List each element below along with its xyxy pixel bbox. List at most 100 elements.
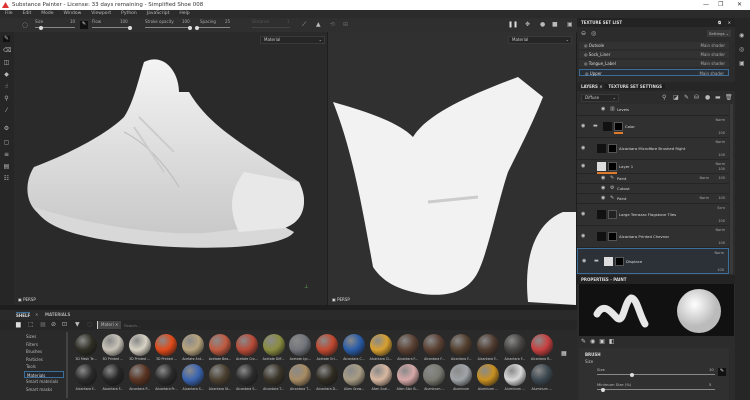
material-thumbnail[interactable]: 3D Printed ... xyxy=(153,334,179,361)
smudge-icon[interactable]: ☝ xyxy=(3,84,10,90)
filter-tag[interactable]: Materi ✕ xyxy=(97,321,122,329)
close-button[interactable]: ✕ xyxy=(737,0,742,10)
spacing-slider[interactable] xyxy=(194,25,230,30)
viewport-2d[interactable]: Material ⌄ ▣ PERSP xyxy=(328,32,576,305)
properties-tabs[interactable]: ✎◉▣◧ xyxy=(581,338,619,345)
layer-row[interactable]: ◉ ▥ Levels xyxy=(577,104,729,116)
layer-row[interactable]: ◉ ▬ Color Norm 100 xyxy=(577,116,729,138)
material-thumbnail[interactable]: Alcantara D... xyxy=(314,364,340,391)
new-folder-icon[interactable]: ⬚ xyxy=(28,321,34,328)
camera-icon[interactable]: ■ xyxy=(552,21,558,28)
layer-opacity[interactable]: 100 xyxy=(718,167,725,171)
category-scrollbar[interactable] xyxy=(66,332,68,398)
texture-set-item[interactable]: ◎ Tongue_Label Main shader xyxy=(579,60,729,67)
material-thumbnail[interactable]: Acetate Diff... xyxy=(261,334,287,361)
material-thumbnail[interactable]: Aluminum ... xyxy=(529,364,555,391)
material-thumbnail[interactable]: 3D Printed ... xyxy=(100,334,126,361)
channel-dropdown[interactable]: Diffuse ⌄ xyxy=(581,94,619,102)
grid-icon[interactable]: ⊞ xyxy=(343,21,348,28)
blend-mode-dropdown[interactable]: Norm xyxy=(715,162,725,166)
stroke-opacity-slider-knob[interactable] xyxy=(188,25,192,30)
brush-size-knob[interactable] xyxy=(630,372,635,377)
float-icon[interactable]: ⧉ xyxy=(718,18,721,27)
layer-opacity[interactable]: 100 xyxy=(718,176,725,180)
material-thumbnail[interactable]: Alien Skin B... xyxy=(395,364,421,391)
material-thumbnail[interactable]: 3D Printed ... xyxy=(127,334,153,361)
material-thumbnail[interactable]: Alcantara F... xyxy=(502,334,528,361)
menu-viewport[interactable]: Viewport xyxy=(91,10,111,18)
visibility-eye-icon[interactable]: ◉ xyxy=(581,123,585,129)
eraser-icon[interactable]: ⌫ xyxy=(3,48,11,54)
material-thumbnail[interactable]: Alcantara St... xyxy=(207,364,233,391)
folder-icon[interactable]: ▆ xyxy=(16,321,21,328)
material-thumbnail[interactable]: Acetate Lyc... xyxy=(287,334,313,361)
delete-layer-icon[interactable]: 🗑 xyxy=(725,94,733,101)
material-thumbnail[interactable]: Acetate Ori... xyxy=(314,334,340,361)
texture-set-list-icon[interactable]: ◉ xyxy=(739,32,744,39)
minimize-button[interactable]: — xyxy=(703,0,709,10)
tab-shelf[interactable]: SHELF xyxy=(16,312,31,318)
material-thumbnail[interactable]: Acetate Ant... xyxy=(180,334,206,361)
material-thumbnail[interactable]: Alcantara C... xyxy=(341,334,367,361)
layer-opacity[interactable]: 100 xyxy=(717,268,724,272)
close-panel-icon[interactable]: ✕ xyxy=(728,18,731,27)
add-paint-layer-icon[interactable]: ✎ xyxy=(684,94,689,101)
menu-file[interactable]: File xyxy=(5,10,13,18)
texture-set-item[interactable]: ◎ Sock_Liner Main shader xyxy=(579,51,729,58)
properties-icon[interactable]: ▣ xyxy=(739,60,745,67)
stroke-opacity-slider[interactable] xyxy=(145,25,192,30)
flow-slider-knob[interactable] xyxy=(128,25,132,30)
maximize-button[interactable]: ❐ xyxy=(718,0,723,10)
shelf-category-item[interactable]: Materials xyxy=(24,370,64,378)
distance-slider[interactable] xyxy=(252,27,290,28)
material-thumbnail[interactable]: Aluminum ... xyxy=(421,364,447,391)
close-shelf-tab-icon[interactable]: ✕ xyxy=(35,312,38,317)
material-thumbnail[interactable]: Aluminum ... xyxy=(475,364,501,391)
material-thumbnail[interactable]: Acetate Cro... xyxy=(234,334,260,361)
layer-row[interactable]: ◉ ✎ Paint Norm 100 xyxy=(577,174,729,184)
material-thumbnail[interactable]: Alcantara S... xyxy=(180,364,206,391)
layer-row[interactable]: ◉ Alcantara Printed Chevron Norm 100 xyxy=(577,226,729,248)
texture-set-item[interactable]: ◎ Upper Main shader xyxy=(579,69,729,76)
add-smart-material-icon[interactable]: ● xyxy=(705,94,710,101)
add-fill-layer-icon[interactable]: ⛁ xyxy=(694,94,699,101)
min-size-slider[interactable] xyxy=(597,387,715,392)
flow-slider[interactable] xyxy=(92,25,132,30)
shader-name[interactable]: Main shader xyxy=(700,42,725,49)
material-thumbnail[interactable]: Alcantara T... xyxy=(287,364,313,391)
visibility-eye-icon[interactable]: ◉ xyxy=(581,211,585,217)
eye-icon[interactable]: ◎ xyxy=(591,30,596,37)
visibility-eye-icon[interactable]: ◉ xyxy=(601,185,605,191)
shelf-category-item[interactable]: Smart materials xyxy=(24,378,64,385)
blend-mode-dropdown[interactable]: Norm xyxy=(715,140,725,144)
material-thumbnail[interactable]: Aluminum xyxy=(448,364,474,391)
material-thumbnail[interactable]: Alcantara R... xyxy=(529,334,555,361)
blend-mode-dropdown[interactable]: Norm xyxy=(699,176,709,180)
link-icon[interactable]: ⊖ xyxy=(581,30,586,37)
position-icon[interactable]: ⟲ xyxy=(330,21,335,28)
material-thumbnail[interactable]: Alcantara F... xyxy=(395,334,421,361)
material-thumbnail[interactable]: Alien Grow... xyxy=(341,364,367,391)
menu-help[interactable]: Help xyxy=(179,10,189,18)
tab-layers[interactable]: LAYERS xyxy=(581,84,598,89)
material-thumbnail[interactable]: Aluminum ... xyxy=(502,364,528,391)
menu-mode[interactable]: Mode xyxy=(41,10,53,18)
material-thumbnail[interactable]: Alcantara F... xyxy=(73,364,99,391)
layers-icon[interactable]: ◎ xyxy=(739,46,744,53)
paint-brush-icon[interactable]: ✎ xyxy=(3,36,10,42)
hide-icon[interactable]: ⊘ xyxy=(51,321,56,328)
shader-name[interactable]: Main shader xyxy=(699,70,724,77)
pen-pressure-icon[interactable]: ✎ xyxy=(718,368,726,376)
settings-dropdown[interactable]: Settings ⌄ xyxy=(707,30,731,37)
shelf-category-item[interactable]: Tools xyxy=(24,363,64,370)
display-settings-icon[interactable]: ☷ xyxy=(3,176,10,182)
texture-set-item[interactable]: ◎ Outsole Main shader xyxy=(579,42,729,49)
material-thumbnail[interactable]: Alcantara F... xyxy=(421,334,447,361)
camera-move-icon[interactable]: ✥ xyxy=(525,21,530,28)
material-thumbnail[interactable]: Alcantara Cl... xyxy=(368,334,394,361)
material-thumbnail[interactable]: 3D Mesh Te... xyxy=(73,334,99,361)
layer-row[interactable]: ◉ Large Terrazzo Flagstone Tiles Scrn 10… xyxy=(577,204,729,226)
pen-pressure-icon[interactable]: ✎ xyxy=(80,21,88,29)
bake-icon[interactable]: ⚙ xyxy=(3,126,10,132)
clone-icon[interactable]: ⚲ xyxy=(3,96,10,102)
